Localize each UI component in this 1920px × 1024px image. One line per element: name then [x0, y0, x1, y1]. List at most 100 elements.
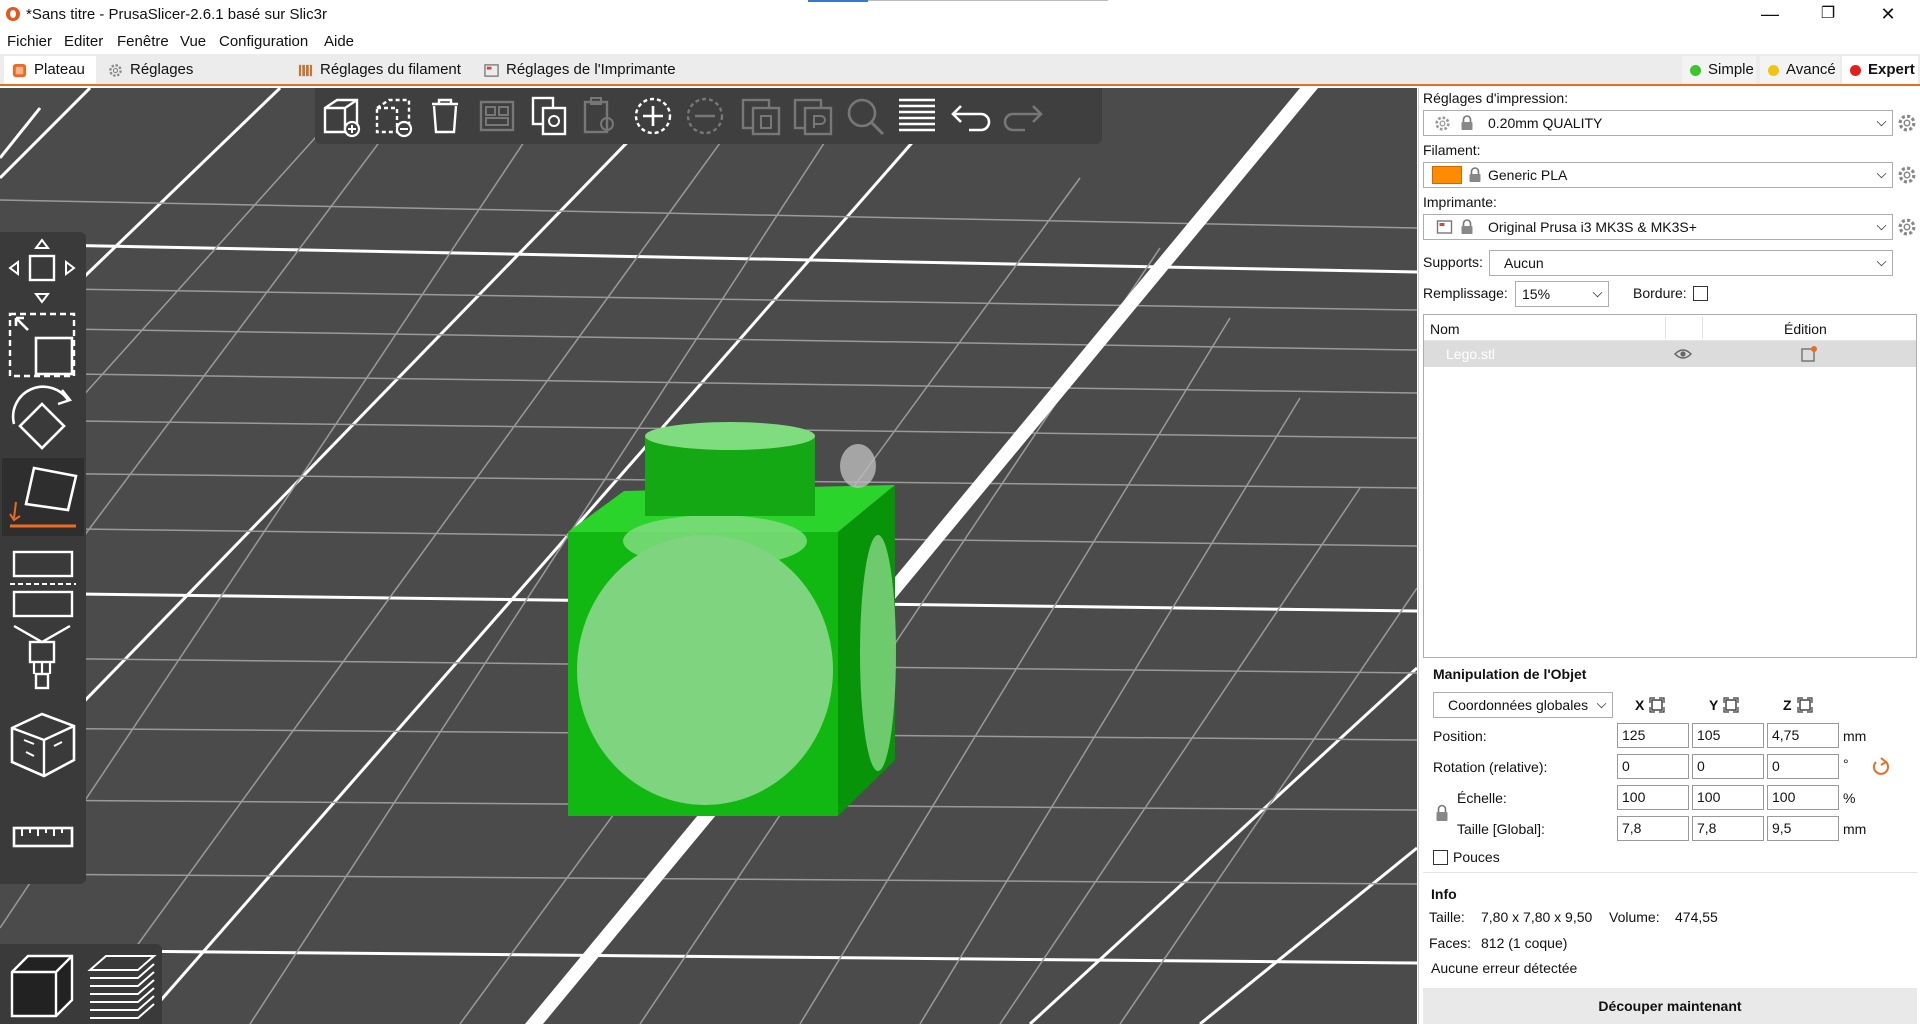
arrange-icon[interactable] — [475, 94, 519, 138]
edit-filament-preset-gear-icon[interactable] — [1897, 165, 1917, 185]
scale-y-input[interactable]: 100 — [1692, 785, 1764, 810]
scale-z-input[interactable]: 100 — [1767, 785, 1839, 810]
coordinates-combo[interactable]: Coordonnées globales — [1433, 692, 1613, 718]
scale-icon[interactable] — [6, 310, 80, 380]
menu-fenetre[interactable]: Fenêtre — [117, 33, 169, 50]
lock-icon — [1469, 167, 1481, 182]
mode-expert[interactable]: Expert — [1842, 56, 1918, 84]
rotation-z-input[interactable]: 0 — [1767, 754, 1839, 779]
position-x-input[interactable]: 125 — [1617, 723, 1689, 748]
axis-x-label: X — [1635, 697, 1645, 713]
add-instance-icon[interactable] — [631, 94, 675, 138]
measure-icon[interactable] — [6, 802, 80, 872]
delete-icon[interactable] — [371, 94, 415, 138]
object-list: Nom Édition Lego.stl — [1423, 314, 1917, 658]
edit-printer-preset-gear-icon[interactable] — [1897, 217, 1917, 237]
tab-printer-settings[interactable]: Réglages de l'Imprimante — [476, 56, 686, 84]
info-errors: Aucune erreur détectée — [1431, 960, 1578, 976]
menu-editer[interactable]: Editer — [64, 33, 103, 50]
window-title: *Sans titre - PrusaSlicer-2.6.1 basé sur… — [26, 6, 327, 23]
mode-simple[interactable]: Simple — [1682, 56, 1756, 84]
size-x-input[interactable]: 7,8 — [1617, 816, 1689, 841]
sidebar: Réglages d'impression: 0.20mm QUALITY Fi… — [1418, 88, 1920, 1024]
slice-now-button[interactable]: Découper maintenant — [1423, 988, 1917, 1024]
edit-print-preset-gear-icon[interactable] — [1897, 113, 1917, 133]
seam-painting-icon[interactable] — [6, 710, 80, 780]
menu-aide[interactable]: Aide — [324, 33, 354, 50]
list-item[interactable]: Lego.stl — [1424, 341, 1916, 367]
3d-viewport[interactable] — [0, 88, 1417, 1024]
column-edit[interactable]: Édition — [1784, 321, 1827, 337]
paint-supports-icon[interactable] — [6, 622, 80, 692]
column-name[interactable]: Nom — [1430, 321, 1460, 337]
close-button[interactable]: ✕ — [1860, 0, 1916, 30]
info-faces-value: 812 (1 coque) — [1481, 935, 1568, 951]
drop-to-bed-z-icon[interactable] — [1797, 697, 1813, 713]
search-icon[interactable] — [843, 94, 887, 138]
menu-configuration[interactable]: Configuration — [219, 33, 308, 50]
gear-icon — [1435, 116, 1450, 131]
size-label: Taille [Global]: — [1457, 821, 1545, 837]
printer-combo[interactable]: Original Prusa i3 MK3S & MK3S+ — [1423, 214, 1893, 240]
gear-icon — [109, 64, 122, 77]
place-on-face-icon[interactable] — [6, 462, 80, 532]
supports-value: Aucun — [1504, 255, 1544, 271]
tab-plateau[interactable]: Plateau — [4, 56, 96, 84]
delete-all-icon[interactable] — [423, 94, 467, 138]
minimize-button[interactable]: — — [1742, 0, 1798, 30]
move-icon[interactable] — [6, 236, 80, 306]
tab-filament-settings[interactable]: Réglages du filament — [290, 56, 472, 84]
object-name: Lego.stl — [1446, 346, 1496, 362]
rotation-x-input[interactable]: 0 — [1617, 754, 1689, 779]
object-settings-icon[interactable] — [1800, 345, 1818, 363]
drop-to-bed-x-icon[interactable] — [1649, 697, 1665, 713]
redo-icon[interactable] — [1001, 94, 1045, 138]
add-icon[interactable] — [319, 94, 363, 138]
tab-bar: Plateau Réglages d'Impression Réglages d… — [0, 54, 1920, 106]
size-unit: mm — [1843, 821, 1867, 837]
position-y-input[interactable]: 105 — [1692, 723, 1764, 748]
supports-combo[interactable]: Aucun — [1489, 250, 1893, 276]
tab-print-settings[interactable]: Réglages d'Impression — [100, 56, 286, 106]
rotate-icon[interactable] — [6, 384, 80, 454]
menu-fichier[interactable]: Fichier — [7, 33, 52, 50]
scale-x-input[interactable]: 100 — [1617, 785, 1689, 810]
split-parts-icon[interactable] — [791, 94, 835, 138]
3d-view-icon[interactable] — [6, 950, 78, 1022]
reset-rotation-icon[interactable] — [1871, 756, 1891, 776]
undo-icon[interactable] — [949, 94, 993, 138]
eye-icon[interactable] — [1674, 347, 1692, 361]
coordinates-value: Coordonnées globales — [1448, 697, 1589, 713]
view-toggle-toolbar — [0, 944, 162, 1024]
print-settings-value: 0.20mm QUALITY — [1488, 115, 1603, 131]
chevron-down-icon — [1876, 220, 1887, 231]
split-objects-icon[interactable] — [739, 94, 783, 138]
print-settings-combo[interactable]: 0.20mm QUALITY — [1423, 110, 1893, 136]
layers-editing-icon[interactable] — [895, 94, 939, 138]
mode-advanced[interactable]: Avancé — [1760, 56, 1840, 84]
brim-checkbox[interactable] — [1693, 286, 1708, 301]
remove-instance-icon[interactable] — [683, 94, 727, 138]
inches-checkbox[interactable] — [1433, 850, 1448, 865]
manipulation-title: Manipulation de l'Objet — [1433, 666, 1587, 682]
column-divider — [1665, 317, 1666, 339]
uniform-scale-lock-icon[interactable] — [1435, 804, 1449, 822]
preview-layers-icon[interactable] — [86, 950, 158, 1022]
filament-combo[interactable]: Generic PLA — [1423, 162, 1893, 188]
maximize-button[interactable]: ❐ — [1800, 0, 1856, 30]
size-z-input[interactable]: 9,5 — [1767, 816, 1839, 841]
cut-icon[interactable] — [6, 548, 80, 618]
filament-spool-icon — [298, 64, 313, 77]
infill-combo[interactable]: 15% — [1515, 281, 1609, 307]
bed-scene[interactable] — [0, 88, 1417, 1024]
position-z-input[interactable]: 4,75 — [1767, 723, 1839, 748]
paste-icon[interactable] — [579, 94, 623, 138]
rotation-y-input[interactable]: 0 — [1692, 754, 1764, 779]
drop-to-bed-y-icon[interactable] — [1723, 697, 1739, 713]
menu-vue[interactable]: Vue — [180, 33, 206, 50]
print-settings-label: Réglages d'impression: — [1423, 90, 1569, 106]
size-y-input[interactable]: 7,8 — [1692, 816, 1764, 841]
copy-icon[interactable] — [527, 94, 571, 138]
chevron-down-icon — [1592, 287, 1603, 298]
filament-color-swatch[interactable] — [1432, 166, 1462, 184]
